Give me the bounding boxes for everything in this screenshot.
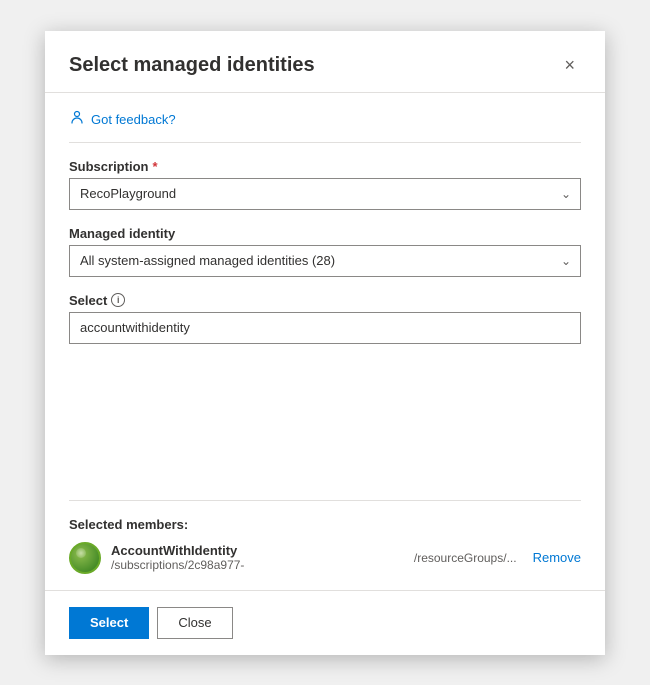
- member-resource: /resourceGroups/...: [414, 551, 517, 565]
- selected-members-label: Selected members:: [69, 517, 581, 532]
- dialog-title: Select managed identities: [69, 54, 315, 77]
- dialog-body: Got feedback? Subscription * RecoPlaygro…: [45, 93, 605, 590]
- managed-identity-label: Managed identity: [69, 226, 581, 241]
- selected-members-section: Selected members: AccountWithIdentity /s…: [69, 500, 581, 574]
- close-icon: ×: [564, 55, 575, 76]
- select-info-icon: i: [111, 293, 125, 307]
- member-row: AccountWithIdentity /subscriptions/2c98a…: [69, 542, 581, 574]
- select-input-group: Select i: [69, 293, 581, 344]
- empty-results-area: [69, 360, 581, 480]
- managed-identity-select-wrapper: All system-assigned managed identities (…: [69, 245, 581, 277]
- member-path: /subscriptions/2c98a977-: [111, 558, 404, 572]
- feedback-row: Got feedback?: [69, 109, 581, 143]
- managed-identity-select[interactable]: All system-assigned managed identities (…: [69, 245, 581, 277]
- member-right: /resourceGroups/... Remove: [414, 550, 581, 565]
- dialog-footer: Select Close: [45, 590, 605, 655]
- dialog-header: Select managed identities ×: [45, 31, 605, 93]
- select-button[interactable]: Select: [69, 607, 149, 639]
- select-input-label: Select i: [69, 293, 581, 308]
- member-name: AccountWithIdentity: [111, 543, 404, 558]
- close-button[interactable]: Close: [157, 607, 232, 639]
- feedback-icon: [69, 109, 85, 130]
- remove-link[interactable]: Remove: [533, 550, 581, 565]
- dialog: Select managed identities × Got feedback…: [45, 31, 605, 655]
- subscription-select-wrapper: RecoPlayground ⌄: [69, 178, 581, 210]
- subscription-group: Subscription * RecoPlayground ⌄: [69, 159, 581, 210]
- member-info: AccountWithIdentity /subscriptions/2c98a…: [111, 543, 404, 572]
- close-icon-button[interactable]: ×: [558, 51, 581, 80]
- feedback-link[interactable]: Got feedback?: [91, 112, 176, 127]
- member-avatar: [69, 542, 101, 574]
- required-indicator: *: [152, 159, 157, 174]
- subscription-label: Subscription *: [69, 159, 581, 174]
- managed-identity-group: Managed identity All system-assigned man…: [69, 226, 581, 277]
- subscription-select[interactable]: RecoPlayground: [69, 178, 581, 210]
- select-input[interactable]: [69, 312, 581, 344]
